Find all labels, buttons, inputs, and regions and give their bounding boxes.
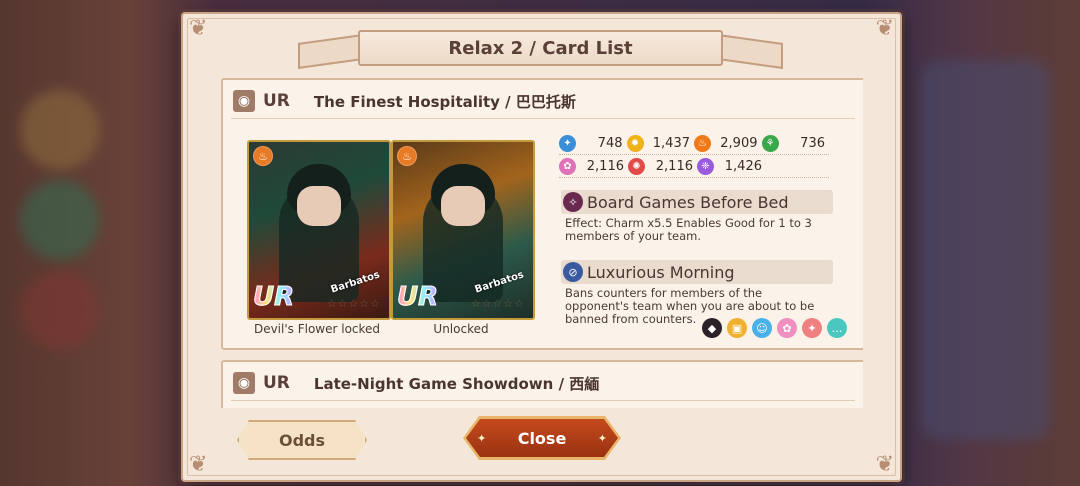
stat-value: 736: [800, 135, 825, 151]
stat-value: 2,909: [720, 135, 758, 151]
stats-grid: ✦ 748 ✹ 1,437 ♨ 2,909 ⚘ 736 ✿ 2,116 ✺ 2,116 ❈ 1…: [559, 132, 829, 178]
star-rating: ☆☆☆☆☆: [326, 297, 381, 310]
card-rarity: UR: [263, 91, 290, 111]
skill-block: ✧ Board Games Before Bed Effect: Charm x…: [561, 190, 833, 243]
skill-name: Board Games Before Bed: [587, 192, 789, 212]
envy-icon: ⚘: [761, 134, 779, 152]
stat-value: 2,116: [655, 158, 693, 174]
skill-header: ✧ Board Games Before Bed: [561, 190, 833, 214]
corner-ornament-icon: ❦: [189, 16, 208, 41]
card-rarity: UR: [263, 373, 290, 393]
sparkle-icon: ✦: [477, 432, 487, 445]
divider: [231, 400, 855, 401]
gift-icon: ▣: [727, 318, 747, 338]
card-entry: ◉ UR Late-Night Game Showdown / 西緬: [221, 360, 863, 408]
pride-icon: ✦: [559, 134, 576, 152]
stat-pride: ✦ 748: [559, 134, 627, 152]
card-list-dialog: ❦ ❦ ❦ ❦ Relax 2 / Card List ◉ UR The Fin…: [181, 12, 902, 482]
dialog-title: Relax 2 / Card List: [448, 37, 633, 59]
card-list-scroll[interactable]: ◉ UR The Finest Hospitality / 巴巴托斯 ♨ Bar…: [221, 78, 863, 408]
stats-row: ✦ 748 ✹ 1,437 ♨ 2,909 ⚘ 736: [559, 132, 829, 155]
card-name: The Finest Hospitality / 巴巴托斯: [313, 92, 576, 111]
divider: [231, 118, 855, 119]
ban-skill-icon: ⊘: [563, 262, 583, 282]
ur-rarity-badge: UR: [252, 282, 295, 313]
ur-rarity-badge: UR: [396, 282, 439, 313]
skill-header: ⊘ Luxurious Morning: [561, 260, 833, 284]
card-name: Late-Night Game Showdown / 西緬: [313, 374, 600, 393]
face-icon: ☺: [752, 318, 772, 338]
stat-greed: ✹ 1,437: [626, 134, 695, 152]
sloth-icon: ❈: [697, 157, 714, 175]
gluttony-icon: ✺: [628, 157, 645, 175]
card-art-locked[interactable]: ♨ Barbatos UR ☆☆☆☆☆: [247, 140, 391, 320]
wrath-icon: ♨: [694, 134, 711, 152]
card-header: ◉ UR Late-Night Game Showdown / 西緬: [233, 370, 599, 396]
cat-icon: ◉: [233, 90, 255, 112]
wrath-attribute-icon: ♨: [253, 146, 273, 166]
card-header: ◉ UR The Finest Hospitality / 巴巴托斯: [233, 88, 576, 114]
skill-description: Effect: Charm x5.5 Enables Good for 1 to…: [565, 216, 812, 243]
wand-icon: ✦: [802, 318, 822, 338]
lust-icon: ✿: [559, 157, 576, 175]
stat-wrath: ♨ 2,909: [694, 134, 762, 152]
star-rating: ☆☆☆☆☆: [470, 297, 525, 310]
character-face: [297, 186, 341, 226]
stat-lust: ✿ 2,116: [559, 157, 628, 175]
card-art-unlocked[interactable]: ♨ Barbatos UR ☆☆☆☆☆: [391, 140, 535, 320]
card-entry: ◉ UR The Finest Hospitality / 巴巴托斯 ♨ Bar…: [221, 78, 863, 350]
stat-value: 1,437: [652, 135, 690, 151]
cat-icon: ◉: [233, 372, 255, 394]
corner-ornament-icon: ❦: [189, 452, 208, 477]
charm-skill-icon: ✧: [563, 192, 583, 212]
stat-value: 2,116: [586, 158, 624, 174]
skill-block: ⊘ Luxurious Morning Bans counters for me…: [561, 260, 833, 326]
stat-envy: ⚘ 736: [761, 134, 830, 152]
skill-name: Luxurious Morning: [587, 262, 735, 282]
stat-value: 1,426: [724, 158, 762, 174]
close-button-label: Close: [466, 419, 618, 457]
stat-value: 748: [597, 135, 623, 151]
art-caption: Devil's Flower locked: [253, 322, 381, 336]
character-icon-row: ◆ ▣ ☺ ✿ ✦ …: [702, 318, 847, 338]
sparkle-icon: ✦: [597, 432, 607, 445]
corner-ornament-icon: ❦: [875, 16, 894, 41]
plant-icon: ✿: [777, 318, 797, 338]
chat-icon: …: [827, 318, 847, 338]
greed-icon: ✹: [626, 134, 644, 152]
stats-row: ✿ 2,116 ✺ 2,116 ❈ 1,426: [559, 155, 829, 178]
odds-button[interactable]: Odds: [237, 420, 367, 460]
demon-icon: ◆: [702, 318, 722, 338]
stat-gluttony: ✺ 2,116: [628, 157, 697, 175]
art-caption: Unlocked: [433, 322, 489, 336]
character-face: [441, 186, 485, 226]
stat-sloth: ❈ 1,426: [697, 157, 766, 175]
corner-ornament-icon: ❦: [875, 452, 894, 477]
close-button[interactable]: Close ✦ ✦: [463, 416, 621, 460]
title-ribbon: Relax 2 / Card List: [298, 28, 783, 70]
wrath-attribute-icon: ♨: [397, 146, 417, 166]
